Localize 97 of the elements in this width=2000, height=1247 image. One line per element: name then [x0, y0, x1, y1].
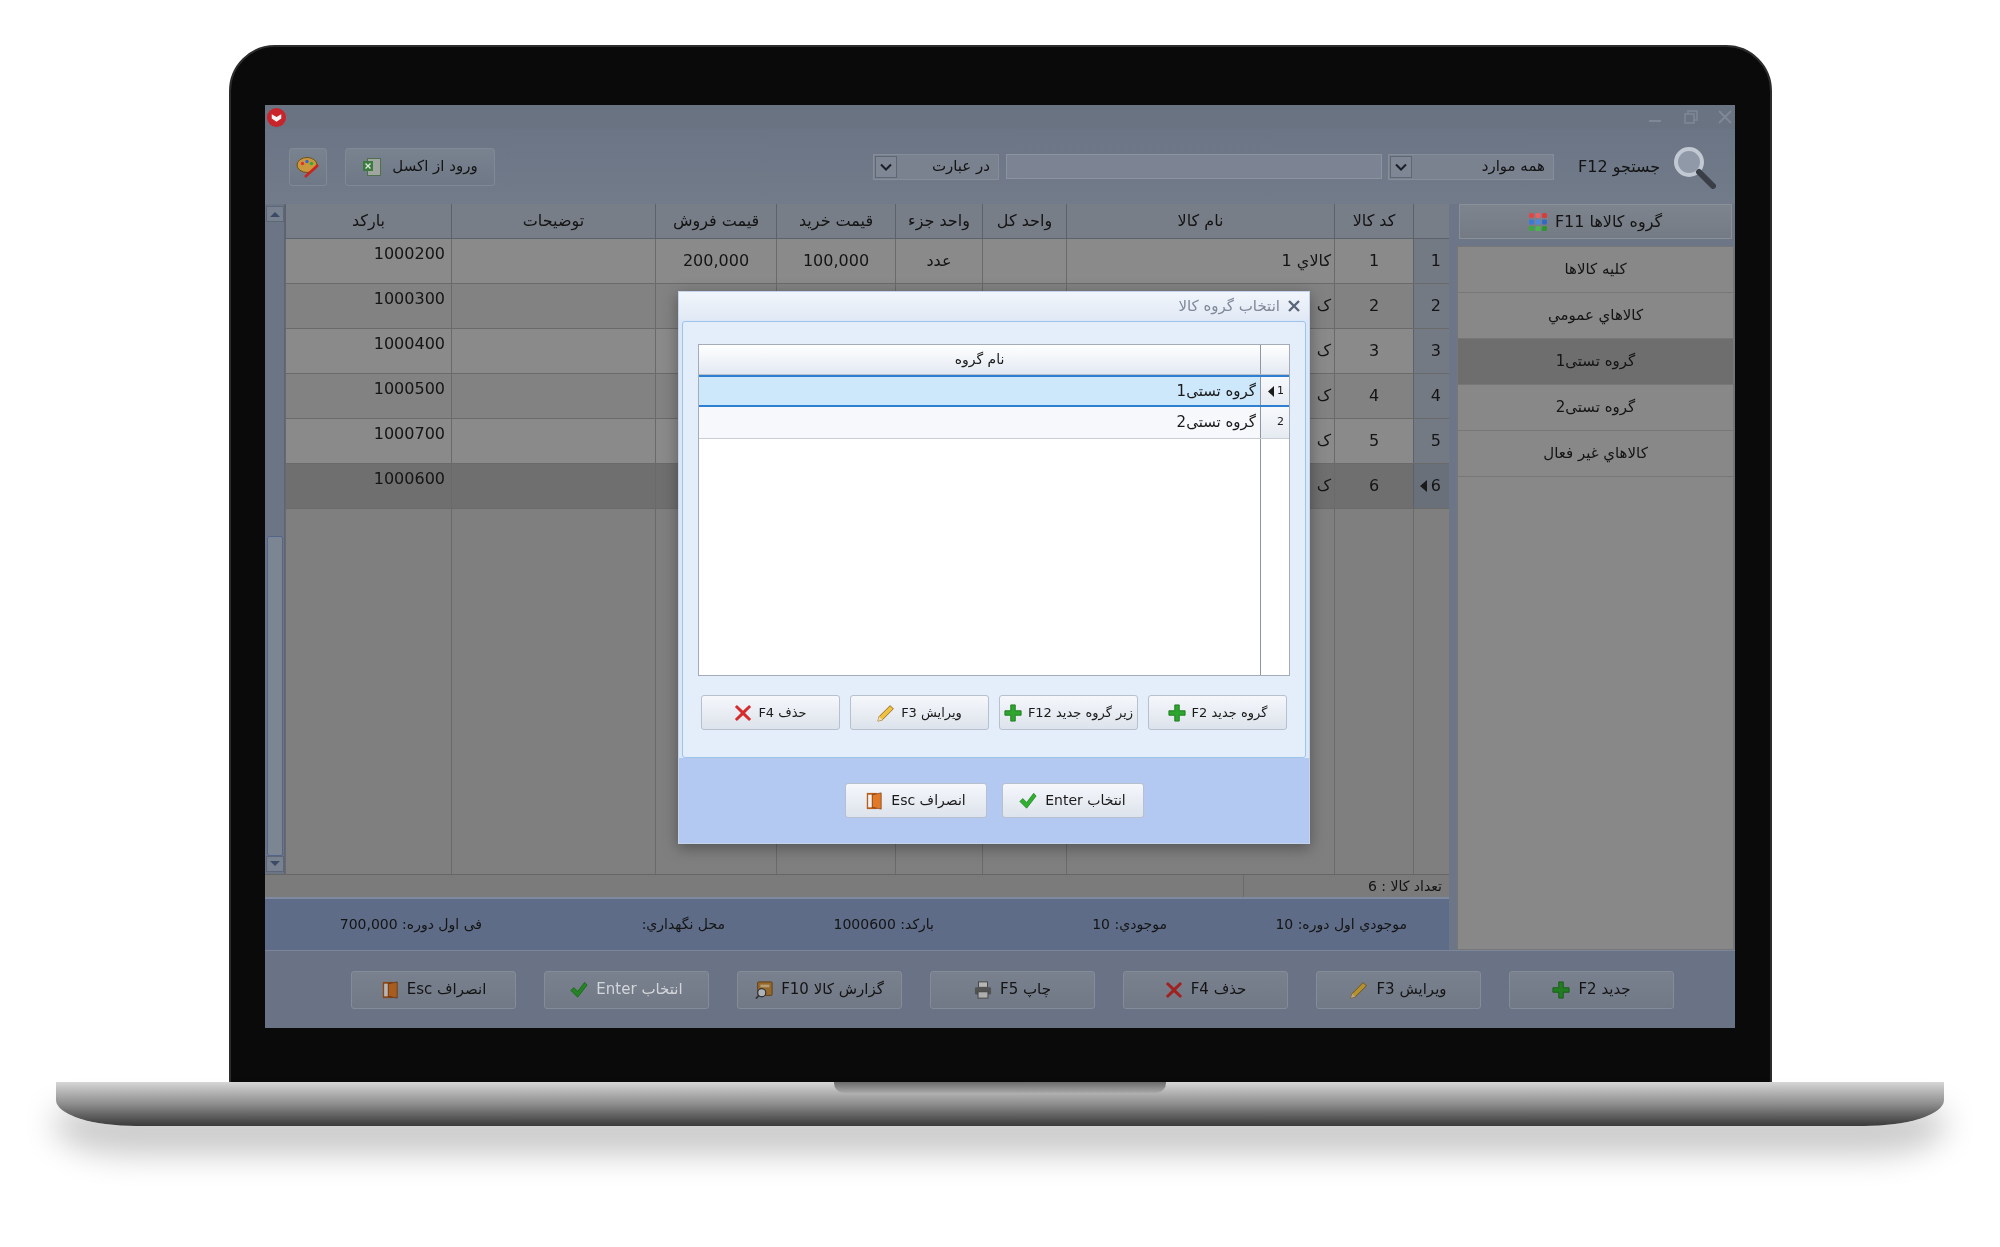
status-text: بارکد: 1000600 [833, 915, 934, 934]
door-icon [865, 791, 884, 810]
table-cell: 3 [1334, 329, 1413, 373]
row-header-cell[interactable]: 1 [1260, 377, 1289, 405]
close-icon[interactable] [1288, 300, 1300, 312]
check-icon [1019, 791, 1038, 810]
chevron-down-icon [1390, 155, 1412, 178]
row-header-cell[interactable]: 1 [1413, 239, 1449, 283]
dropdown[interactable]: همه موارد [1388, 153, 1554, 180]
row-number: 1 [1277, 382, 1284, 399]
table-cell: عدد [895, 239, 982, 283]
cross-icon [734, 703, 753, 722]
plus-icon [1167, 703, 1186, 722]
sidebar-item[interactable]: گروه تستی1 [1458, 339, 1733, 385]
row-number: 4 [1430, 385, 1441, 407]
search-label: جستجو F12 [1578, 155, 1661, 179]
column-header[interactable]: واحد کل [982, 204, 1066, 238]
row-number: 3 [1430, 340, 1441, 362]
row-header-cell[interactable]: 2 [1260, 407, 1289, 438]
dialog-title: انتخاب گروه کالا [1178, 295, 1280, 317]
table-cell: 5 [1334, 419, 1413, 463]
delete-button[interactable]: حذف F4 [701, 695, 840, 730]
palette-brush-icon [296, 155, 320, 178]
status-text: موجودي اول دوره: 10 [1275, 915, 1407, 935]
table-cell: کالاي 1 [1066, 239, 1334, 283]
box-magnifier-icon [755, 980, 774, 999]
add-button[interactable]: جدید F2 [1509, 970, 1674, 1009]
chevron-down-icon [875, 155, 897, 178]
dropdown[interactable]: در عبارت [873, 153, 999, 180]
table-cell: 200,000 [655, 239, 776, 283]
table-cell: 1000300 [285, 284, 451, 328]
column-header[interactable]: کد کالا [1334, 204, 1413, 238]
pencil-icon [1350, 980, 1369, 999]
column-header[interactable]: واحد جزء [895, 204, 982, 238]
table-cell-text: گروه تستی1 [1175, 380, 1257, 402]
row-pointer-icon [1268, 385, 1274, 397]
column-header[interactable]: توضیحات [451, 204, 655, 238]
column-header[interactable]: قیمت خرید [776, 204, 895, 238]
group-header-button[interactable]: گروه کالاها F11 [1459, 204, 1732, 239]
search-icon[interactable] [1672, 144, 1717, 189]
table-cell: 2 [1334, 284, 1413, 328]
table-cell: 6 [1334, 464, 1413, 508]
confirm-button[interactable]: انتخاب Enter [1001, 783, 1144, 818]
delete-button[interactable]: حذف F4 [1123, 970, 1288, 1009]
status-text: فی اول دوره: 700,000 [339, 915, 482, 935]
table-cell: 1000200 [285, 239, 451, 283]
table-cell: 1 [1334, 239, 1413, 283]
pencil-icon [877, 703, 896, 722]
spreadsheet-icon [362, 156, 383, 177]
row-number: 2 [1430, 295, 1441, 317]
plus-icon [1003, 703, 1022, 722]
add-button[interactable]: زیر گروه جدید F12 [999, 695, 1138, 730]
print-button[interactable]: چاپ F5 [930, 970, 1095, 1009]
app-logo-icon [267, 107, 286, 127]
column-header[interactable]: قیمت فروش [655, 204, 776, 238]
row-header-cell[interactable]: 5 [1413, 419, 1449, 463]
scroll-down-icon[interactable] [265, 856, 284, 872]
scrollbar[interactable] [265, 204, 285, 874]
door-icon [380, 980, 399, 999]
printer-icon [974, 980, 993, 999]
row-pointer-icon [1419, 480, 1427, 492]
table-cell: 100,000 [776, 239, 895, 283]
column-header[interactable]: بارکد [285, 204, 451, 238]
row-number: 6 [1430, 475, 1441, 497]
palette-button[interactable] [289, 147, 327, 186]
status-text: محل نگهداري: [641, 915, 725, 935]
table-cell: 1000600 [285, 464, 451, 508]
check-icon [570, 980, 589, 999]
column-header[interactable]: نام کالا [1066, 204, 1334, 238]
cross-icon [1164, 980, 1183, 999]
sidebar-item[interactable]: گروه تستی2 [1458, 385, 1733, 431]
status-text: موجودي: 10 [1092, 915, 1167, 935]
grid-dots-icon [1528, 212, 1547, 231]
scroll-up-icon[interactable] [265, 206, 284, 222]
table-cell: 4 [1334, 374, 1413, 418]
cancel-button[interactable]: انصراف Esc [351, 970, 516, 1009]
add-button[interactable]: گروه جدید F2 [1148, 695, 1287, 730]
sidebar-item[interactable]: کالاهاي غير فعال [1458, 431, 1733, 477]
row-header-cell[interactable]: 4 [1413, 374, 1449, 418]
row-number: 5 [1430, 430, 1441, 452]
scrollbar-thumb[interactable] [266, 536, 283, 856]
search-field[interactable] [1006, 154, 1382, 179]
table-cell: 1000500 [285, 374, 451, 418]
row-number: 1 [1430, 250, 1441, 272]
report-button[interactable]: گزارش کالا F10 [737, 970, 902, 1009]
cancel-button[interactable]: انصراف Esc [844, 783, 987, 818]
row-header-cell[interactable]: 6 [1413, 464, 1449, 508]
row-header-cell[interactable]: 2 [1413, 284, 1449, 328]
plus-icon [1552, 980, 1571, 999]
edit-button[interactable]: ویرایش F3 [1316, 970, 1481, 1009]
import-button[interactable]: ورود از اکسل [345, 147, 495, 186]
table-cell: 1000400 [285, 329, 451, 373]
item-count: تعداد کالا : 6 [1367, 876, 1442, 896]
edit-button[interactable]: ویرایش F3 [850, 695, 989, 730]
row-header-cell[interactable]: 3 [1413, 329, 1449, 373]
sidebar-item[interactable]: کلیه کالاها [1458, 247, 1733, 293]
table-cell: 1000700 [285, 419, 451, 463]
